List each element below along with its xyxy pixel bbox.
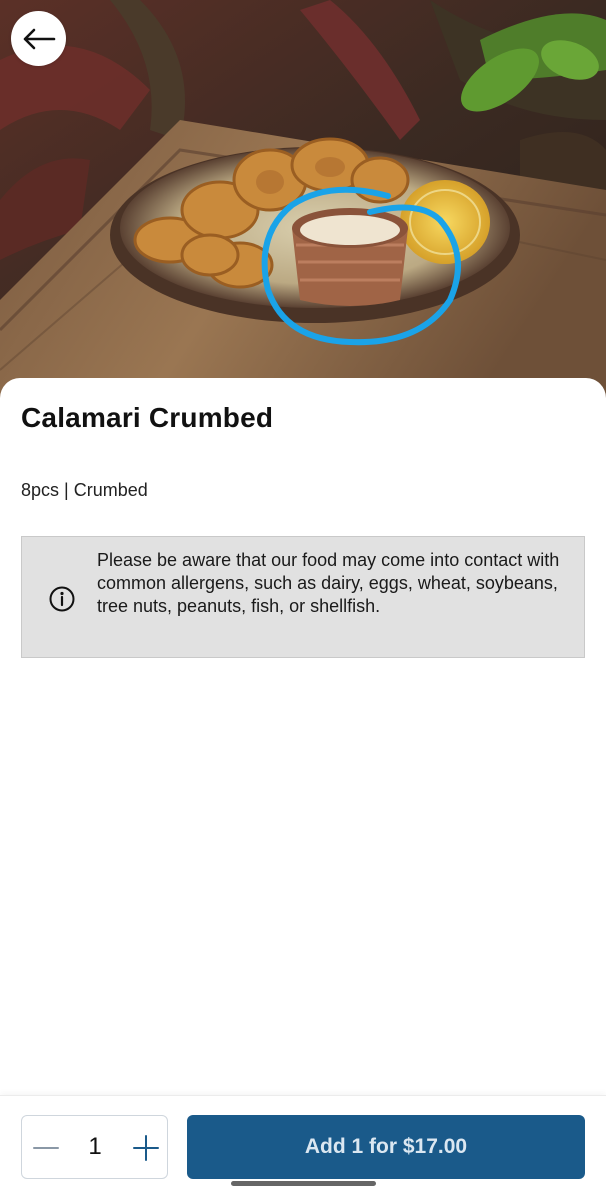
quantity-value: 1 xyxy=(88,1133,102,1160)
increase-quantity-button[interactable] xyxy=(130,1132,162,1164)
home-indicator xyxy=(231,1181,376,1186)
quantity-stepper: 1 xyxy=(21,1115,168,1179)
arrow-left-icon xyxy=(23,28,55,49)
allergen-notice-text: Please be aware that our food may come i… xyxy=(97,550,560,616)
product-title: Calamari Crumbed xyxy=(21,402,274,433)
decrease-quantity-button[interactable] xyxy=(30,1132,62,1164)
product-details: 8pcs | Crumbed xyxy=(21,480,148,500)
product-hero-image xyxy=(0,0,606,400)
product-details-sheet xyxy=(0,378,606,1200)
info-circle-icon xyxy=(49,586,75,612)
allergen-notice: Please be aware that our food may come i… xyxy=(21,536,585,658)
add-to-order-button[interactable]: Add 1 for $17.00 xyxy=(187,1115,585,1179)
back-button[interactable] xyxy=(11,11,66,66)
